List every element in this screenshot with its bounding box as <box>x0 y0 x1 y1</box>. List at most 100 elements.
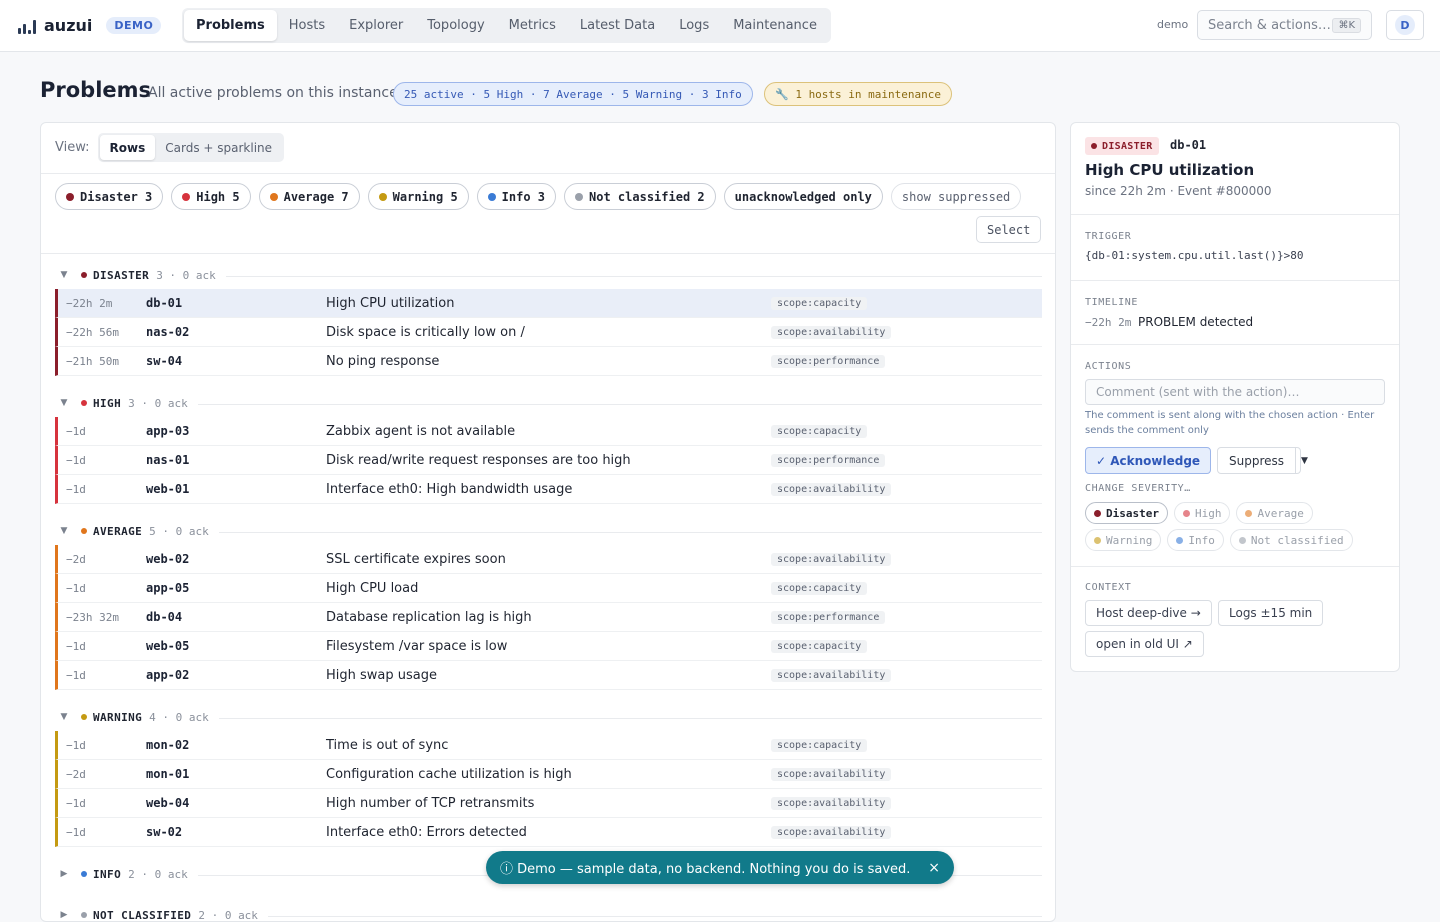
nav-item-maintenance[interactable]: Maintenance <box>721 10 829 41</box>
severity-group-header[interactable]: ▼ WARNING 4 · 0 ack <box>55 703 1042 731</box>
user-menu-button[interactable]: D <box>1386 10 1424 40</box>
detail-host[interactable]: db-01 <box>1170 138 1206 152</box>
search-input[interactable]: Search & actions… ⌘K <box>1197 10 1372 40</box>
problem-host[interactable]: sw-04 <box>146 354 182 368</box>
change-severity-warning[interactable]: Warning <box>1085 529 1162 551</box>
problem-row[interactable]: −1d nas-01 Disk read/write request respons… <box>55 446 1042 475</box>
view-option-rows[interactable]: Rows <box>99 135 156 160</box>
problem-row[interactable]: −1d app-03 Zabbix agent is not available sc… <box>55 417 1042 446</box>
chevron-down-icon[interactable]: ▼ <box>57 398 71 408</box>
timeline-label: TIMELINE <box>1085 297 1138 308</box>
change-severity-info[interactable]: Info <box>1167 529 1224 551</box>
problem-row[interactable]: −1d web-05 Filesystem /var space is low sco… <box>55 632 1042 661</box>
severity-option-label: Not classified <box>1250 533 1344 547</box>
problem-row[interactable]: −2d mon-01 Configuration cache utilization… <box>55 760 1042 789</box>
problem-tag[interactable]: scope:performance <box>771 354 886 368</box>
severity-filter-chip[interactable]: Not classified 2 <box>564 183 716 210</box>
problem-host[interactable]: app-05 <box>146 581 189 595</box>
problem-row[interactable]: −1d mon-02 Time is out of sync scope:capaci… <box>55 731 1042 760</box>
problem-host[interactable]: web-05 <box>146 639 189 653</box>
problem-row[interactable]: −21h 50m sw-04 No ping response scope:perfo… <box>55 347 1042 376</box>
problem-row[interactable]: −2d web-02 SSL certificate expires soon sco… <box>55 545 1042 574</box>
problem-tag[interactable]: scope:capacity <box>771 296 868 310</box>
problem-host[interactable]: web-02 <box>146 552 189 566</box>
problem-tag[interactable]: scope:availability <box>771 796 892 810</box>
chevron-down-icon[interactable]: ▼ <box>57 270 71 280</box>
logs-button[interactable]: Logs ±15 min <box>1218 600 1324 626</box>
severity-group-header[interactable]: ▼ DISASTER 3 · 0 ack <box>55 261 1042 289</box>
change-severity-disaster[interactable]: Disaster <box>1085 502 1168 524</box>
open-old-ui-link[interactable]: open in old UI ↗ <box>1085 631 1204 657</box>
problem-host[interactable]: mon-02 <box>146 738 189 752</box>
logo[interactable]: auzui DEMO <box>18 0 162 52</box>
problem-host[interactable]: nas-01 <box>146 453 189 467</box>
problem-host[interactable]: sw-02 <box>146 825 182 839</box>
problem-host[interactable]: web-01 <box>146 482 189 496</box>
problem-tag[interactable]: scope:availability <box>771 482 892 496</box>
problem-tag[interactable]: scope:capacity <box>771 424 868 438</box>
change-severity-high[interactable]: High <box>1173 502 1231 524</box>
show-suppressed-toggle[interactable]: show suppressed <box>890 183 1022 210</box>
acknowledge-button[interactable]: ✓ Acknowledge <box>1085 447 1212 474</box>
select-button[interactable]: Select <box>976 216 1042 243</box>
chevron-down-icon[interactable]: ▼ <box>57 712 71 722</box>
suppress-button[interactable]: Suppress ▼ <box>1217 447 1308 474</box>
nav-item-topology[interactable]: Topology <box>415 10 496 41</box>
problem-host[interactable]: db-04 <box>146 610 182 624</box>
problem-tag[interactable]: scope:availability <box>771 325 892 339</box>
problem-tag[interactable]: scope:capacity <box>771 639 868 653</box>
problem-host[interactable]: web-04 <box>146 796 189 810</box>
severity-filter-chip[interactable]: High 5 <box>171 183 251 210</box>
problem-tag[interactable]: scope:availability <box>771 825 892 839</box>
problem-host[interactable]: db-01 <box>146 296 182 310</box>
problem-host[interactable]: app-03 <box>146 424 189 438</box>
problem-summary-badge: 25 active · 5 High · 7 Average · 5 Warni… <box>393 82 753 106</box>
problem-tag[interactable]: scope:availability <box>771 767 892 781</box>
problem-tag[interactable]: scope:availability <box>771 668 892 682</box>
problem-row[interactable]: −1d web-04 High number of TCP retransmits s… <box>55 789 1042 818</box>
problem-tag[interactable]: scope:capacity <box>771 581 868 595</box>
problem-host[interactable]: nas-02 <box>146 325 189 339</box>
problem-host[interactable]: mon-01 <box>146 767 189 781</box>
change-severity-not-classified[interactable]: Not classified <box>1229 529 1353 551</box>
problem-row[interactable]: −1d sw-02 Interface eth0: Errors detected s… <box>55 818 1042 847</box>
problem-tag[interactable]: scope:capacity <box>771 738 868 752</box>
problem-row[interactable]: −22h 56m nas-02 Disk space is critically l… <box>55 318 1042 347</box>
severity-group-header[interactable]: ▶ NOT CLASSIFIED 2 · 0 ack <box>55 901 1042 921</box>
problem-host[interactable]: app-02 <box>146 668 189 682</box>
problem-row[interactable]: −1d web-01 Interface eth0: High bandwidth … <box>55 475 1042 504</box>
problem-row[interactable]: −22h 2m db-01 High CPU utilization scope:ca… <box>55 289 1042 318</box>
problem-tag[interactable]: scope:availability <box>771 552 892 566</box>
problem-tag[interactable]: scope:performance <box>771 610 886 624</box>
severity-filter-chip[interactable]: Disaster 3 <box>55 183 164 210</box>
unacknowledged-only-toggle[interactable]: unacknowledged only <box>723 183 883 210</box>
problem-row[interactable]: −23h 32m db-04 Database replication lag is… <box>55 603 1042 632</box>
nav-item-metrics[interactable]: Metrics <box>497 10 568 41</box>
nav-item-logs[interactable]: Logs <box>667 10 721 41</box>
view-option-cards[interactable]: Cards + sparkline <box>155 135 282 160</box>
severity-filter-chip[interactable]: Average 7 <box>258 183 360 210</box>
search-shortcut: ⌘K <box>1332 17 1361 33</box>
nav-item-hosts[interactable]: Hosts <box>277 10 337 41</box>
severity-group-header[interactable]: ▼ AVERAGE 5 · 0 ack <box>55 517 1042 545</box>
chevron-down-icon[interactable]: ▼ <box>1295 448 1313 473</box>
timeline-age: −22h 2m <box>1085 316 1132 329</box>
problem-tag[interactable]: scope:performance <box>771 453 886 467</box>
problem-row[interactable]: −1d app-02 High swap usage scope:availabili… <box>55 661 1042 690</box>
close-icon[interactable]: × <box>928 860 940 876</box>
problem-row[interactable]: −1d app-05 High CPU load scope:capacity <box>55 574 1042 603</box>
chevron-down-icon[interactable]: ▼ <box>57 526 71 536</box>
change-severity-average[interactable]: Average <box>1236 502 1313 524</box>
chevron-right-icon[interactable]: ▶ <box>57 869 71 879</box>
host-deep-dive-button[interactable]: Host deep-dive → <box>1085 600 1212 626</box>
chevron-right-icon[interactable]: ▶ <box>57 910 71 920</box>
nav-item-latest-data[interactable]: Latest Data <box>568 10 667 41</box>
maintenance-badge[interactable]: 🔧 1 hosts in maintenance <box>764 82 953 106</box>
severity-group-header[interactable]: ▼ HIGH 3 · 0 ack <box>55 389 1042 417</box>
severity-filter-chip[interactable]: Warning 5 <box>367 183 469 210</box>
comment-input[interactable]: Comment (sent with the action)… <box>1085 379 1385 405</box>
severity-filter-chip[interactable]: Info 3 <box>476 183 557 210</box>
nav-item-problems[interactable]: Problems <box>184 10 277 41</box>
nav-item-explorer[interactable]: Explorer <box>337 10 415 41</box>
